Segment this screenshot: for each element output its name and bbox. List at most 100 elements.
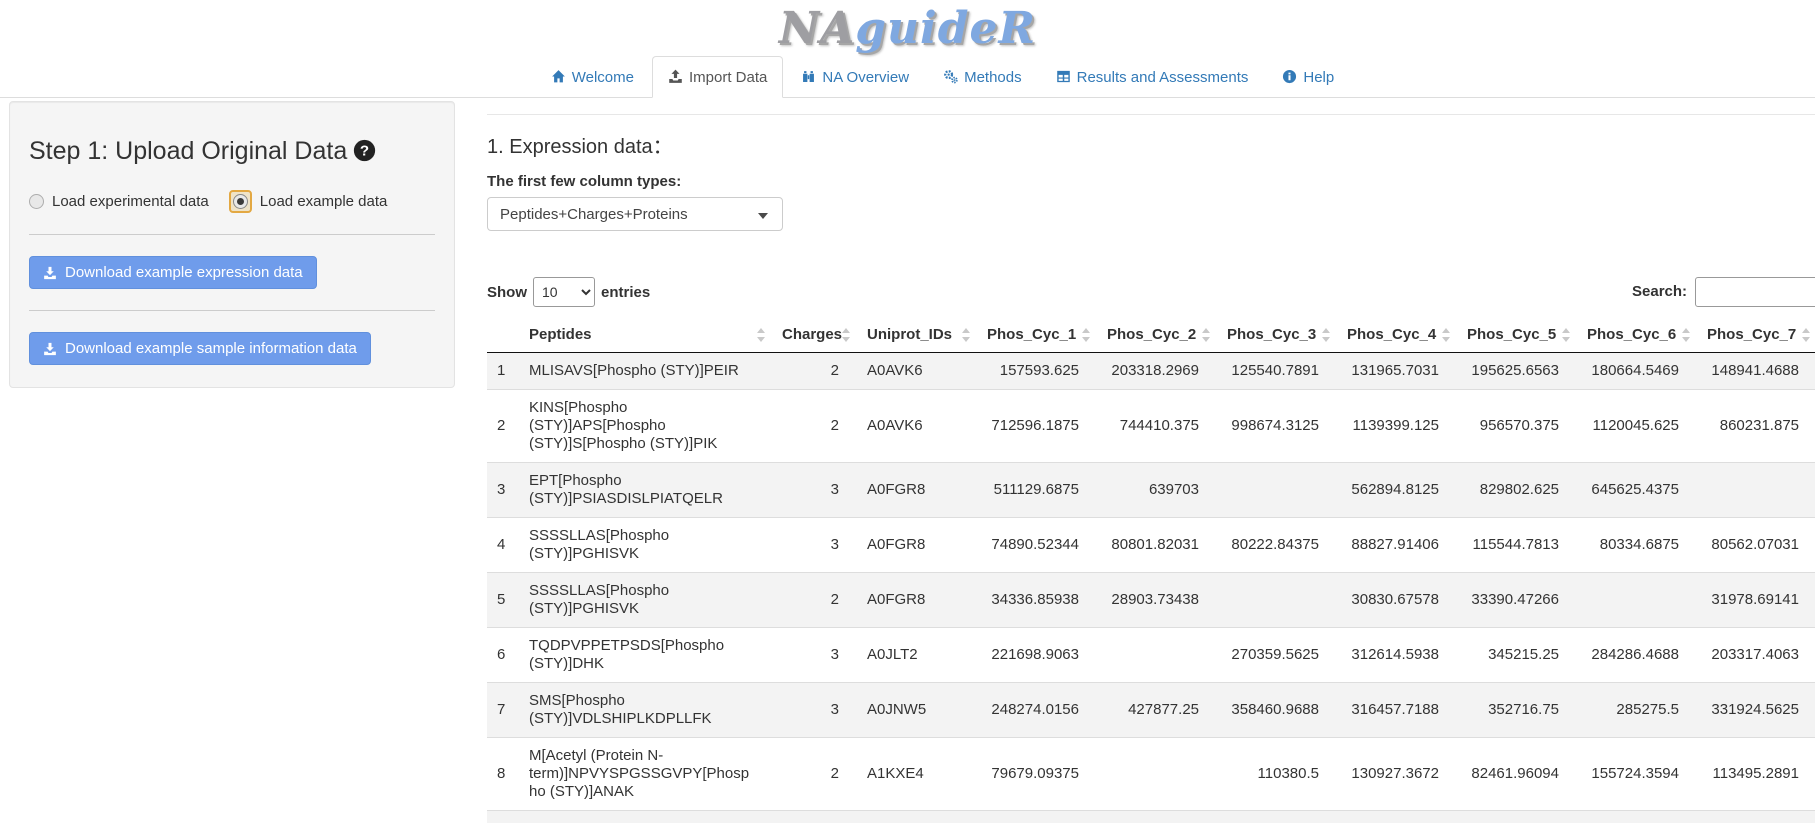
column-header-phos-cyc-3[interactable]: Phos_Cyc_3 [1217, 318, 1337, 353]
download-sample-info-button[interactable]: Download example sample information data [29, 332, 371, 365]
table-cell: 1139399.125 [1337, 390, 1457, 463]
table-cell: 131965.7031 [1337, 353, 1457, 390]
radio-load-example-data[interactable]: Load example data [229, 190, 388, 213]
table-cell: 712596.1875 [977, 390, 1097, 463]
expression-data-title: 1. Expression data： [487, 130, 1815, 159]
column-header-phos-cyc-4[interactable]: Phos_Cyc_4 [1337, 318, 1457, 353]
table-cell [1697, 463, 1815, 518]
expression-data-table: Peptides Charges Uniprot_IDs Phos_Cyc_1 … [487, 318, 1815, 823]
table-cell: 7 [487, 683, 519, 738]
column-types-select[interactable]: Peptides+Charges+Proteins [487, 197, 783, 231]
table-cell: M[Acetyl (Protein N-term)]NPVYSPGSSGVPY[… [519, 738, 772, 811]
table-header-row: Peptides Charges Uniprot_IDs Phos_Cyc_1 … [487, 318, 1815, 353]
table-cell: 30830.67578 [1337, 573, 1457, 628]
table-cell: 248274.0156 [977, 683, 1097, 738]
table-cell: 2 [487, 390, 519, 463]
radio-load-experimental-data[interactable]: Load experimental data [29, 193, 209, 210]
table-cell: 148941.4688 [1697, 353, 1815, 390]
table-cell: 2 [772, 738, 857, 811]
table-cell: A0JLT2 [857, 628, 977, 683]
table-cell [1097, 628, 1217, 683]
tab-help[interactable]: Help [1266, 56, 1350, 98]
table-cell: 829802.625 [1457, 463, 1577, 518]
sort-icon [757, 327, 765, 343]
page-length-select[interactable]: 10 [533, 277, 595, 307]
table-cell: 3 [772, 463, 857, 518]
table-cell: 6 [487, 628, 519, 683]
column-header-phos-cyc-2[interactable]: Phos_Cyc_2 [1097, 318, 1217, 353]
table-cell: SSSSLLAS[Phospho (STY)]PGHISVK [519, 573, 772, 628]
table-cell: 88827.91406 [1337, 518, 1457, 573]
tab-na-overview[interactable]: NA Overview [785, 56, 925, 98]
app-logo-part1: NA [779, 3, 855, 54]
table-cell: 8 [487, 738, 519, 811]
panel-title: Step 1: Upload Original Data? [29, 136, 435, 166]
table-cell: 203317.4063 [1697, 628, 1815, 683]
table-cell: 639703 [1097, 463, 1217, 518]
chevron-down-icon [758, 213, 768, 219]
sort-icon [1322, 327, 1330, 343]
tab-results-assessments[interactable]: Results and Assessments [1040, 56, 1265, 98]
table-cell: 203318.2969 [1097, 353, 1217, 390]
upload-icon [668, 69, 683, 84]
column-header-rownum [487, 318, 519, 353]
radio-circle [29, 194, 44, 209]
table-cell: 645625.4375 [1577, 463, 1697, 518]
tab-import-data[interactable]: Import Data [652, 56, 783, 98]
table-cell: 180664.5469 [1577, 353, 1697, 390]
column-header-uniprot-ids[interactable]: Uniprot_IDs [857, 318, 977, 353]
table-cell: 115544.7813 [1457, 518, 1577, 573]
app-logo-part2: guideR [855, 3, 1036, 54]
gears-icon [943, 69, 958, 84]
search-label: Search: [1632, 283, 1687, 300]
download-expression-button[interactable]: Download example expression data [29, 256, 317, 289]
tab-welcome[interactable]: Welcome [535, 56, 650, 98]
sort-icon [1562, 327, 1570, 343]
table-cell: 1120045.625 [1577, 390, 1697, 463]
question-help-icon[interactable]: ? [353, 139, 376, 162]
table-cell: 3 [487, 463, 519, 518]
table-cell: A0FGR8 [857, 463, 977, 518]
table-cell: 74890.52344 [977, 518, 1097, 573]
column-types-label: The first few column types: [487, 173, 1815, 190]
home-icon [551, 69, 566, 84]
sort-icon [1802, 327, 1810, 343]
table-cell: 2 [772, 573, 857, 628]
table-cell: 511129.6875 [977, 463, 1097, 518]
table-row: 5SSSSLLAS[Phospho (STY)]PGHISVK2A0FGR834… [487, 573, 1815, 628]
table-cell: 80562.07031 [1697, 518, 1815, 573]
column-header-phos-cyc-5[interactable]: Phos_Cyc_5 [1457, 318, 1577, 353]
table-cell: 2 [772, 353, 857, 390]
table-cell [1217, 573, 1337, 628]
column-header-charges[interactable]: Charges [772, 318, 857, 353]
table-cell: 80801.82031 [1097, 518, 1217, 573]
upload-panel: Step 1: Upload Original Data? Load exper… [9, 101, 455, 388]
column-header-phos-cyc-1[interactable]: Phos_Cyc_1 [977, 318, 1097, 353]
table-cell: 562894.8125 [1337, 463, 1457, 518]
table-row: 6TQDPVPPETPSDS[Phospho (STY)]DHK3A0JLT22… [487, 628, 1815, 683]
table-cell: MLISAVS[Phospho (STY)]PEIR [519, 353, 772, 390]
table-cell: 28903.73438 [1097, 573, 1217, 628]
binoculars-icon [801, 69, 816, 84]
column-header-peptides[interactable]: Peptides [519, 318, 772, 353]
table-cell: 125540.7891 [1217, 353, 1337, 390]
import-data-panel: 1. Expression data： The first few column… [487, 101, 1815, 823]
app-logo: NAguideR [779, 3, 1036, 54]
table-row: 3EPT[Phospho (STY)]PSIASDISLPIATQELR3A0F… [487, 463, 1815, 518]
table-cell: 352716.75 [1457, 683, 1577, 738]
table-cell: A0JNW5 [857, 683, 977, 738]
table-cell: 284286.4688 [1577, 628, 1697, 683]
table-cell: 31978.69141 [1697, 573, 1815, 628]
column-header-phos-cyc-7[interactable]: Phos_Cyc_7 [1697, 318, 1815, 353]
table-cell: A0FGR8 [857, 518, 977, 573]
table-cell: 285275.5 [1577, 683, 1697, 738]
search-input[interactable] [1695, 277, 1815, 307]
table-cell: 195625.6563 [1457, 353, 1577, 390]
main-nav: Welcome Import Data NA Overview Methods … [0, 56, 1815, 98]
tab-methods[interactable]: Methods [927, 56, 1038, 98]
data-source-radio-group: Load experimental data Load example data [29, 190, 435, 213]
table-cell [1577, 573, 1697, 628]
table-cell: 312614.5938 [1337, 628, 1457, 683]
table-cell: A1KXE4 [857, 738, 977, 811]
column-header-phos-cyc-6[interactable]: Phos_Cyc_6 [1577, 318, 1697, 353]
